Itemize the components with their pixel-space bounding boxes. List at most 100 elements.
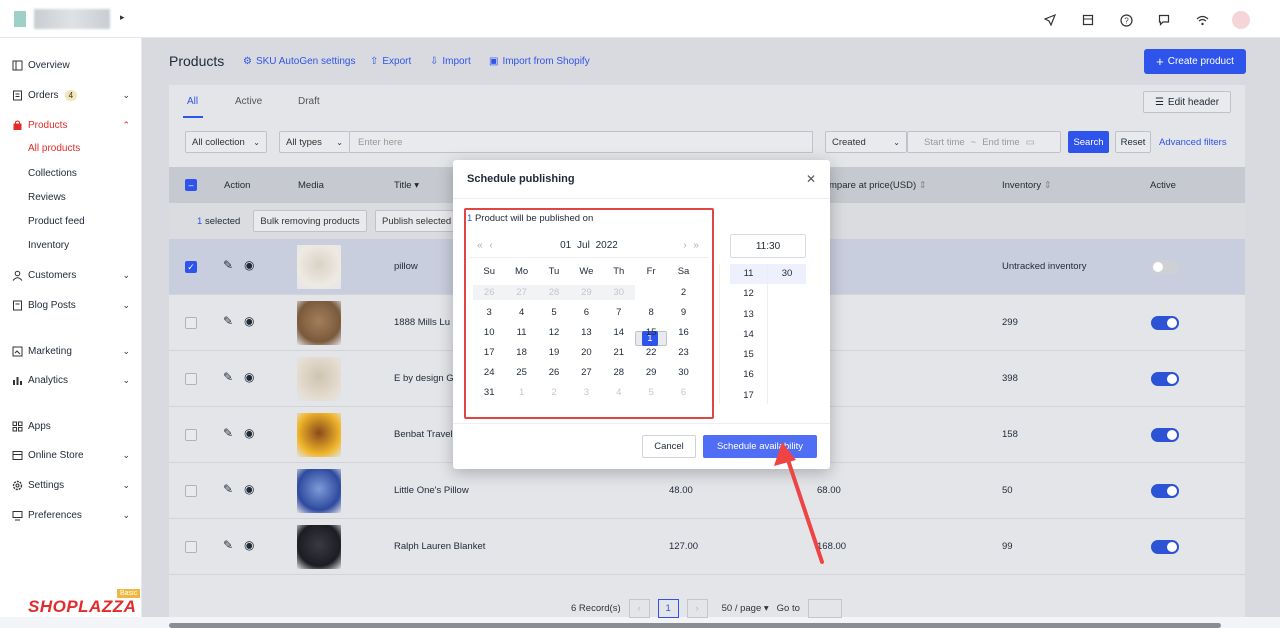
search-button[interactable]: Search — [1068, 131, 1109, 153]
active-toggle[interactable] — [1151, 484, 1179, 498]
sidebar-sub-inventory[interactable]: Inventory — [28, 240, 69, 251]
sidebar-item-apps[interactable]: Apps — [12, 421, 132, 432]
sidebar-sub-all-products[interactable]: All products — [28, 143, 80, 154]
edit-icon[interactable]: ✎ — [223, 538, 233, 552]
preview-eye-icon[interactable]: ◉ — [244, 538, 254, 552]
date-range-input[interactable]: Start time ~ End time ▭ — [907, 131, 1061, 153]
product-title[interactable]: Ralph Lauren Blanket — [394, 541, 485, 552]
collection-select[interactable]: All collection ⌄ — [185, 131, 267, 153]
edit-icon[interactable]: ✎ — [223, 482, 233, 496]
advanced-filters-link[interactable]: Advanced filters — [1159, 137, 1227, 148]
sidebar-item-online-store[interactable]: Online Store ⌄ — [12, 450, 132, 461]
sidebar-item-customers[interactable]: Customers ⌄ — [12, 270, 132, 281]
sort-select[interactable]: Created ⌄ — [825, 131, 907, 153]
store-icon[interactable] — [1080, 12, 1096, 28]
active-toggle[interactable] — [1151, 428, 1179, 442]
chat-icon[interactable] — [1156, 12, 1172, 28]
col-inventory[interactable]: Inventory ⇕ — [1002, 180, 1052, 191]
preview-eye-icon[interactable]: ◉ — [244, 314, 254, 328]
hour-option[interactable]: 11 — [730, 264, 767, 285]
sidebar-item-settings[interactable]: Settings ⌄ — [12, 480, 132, 491]
row-checkbox[interactable] — [185, 429, 197, 441]
cancel-button[interactable]: Cancel — [642, 435, 696, 458]
tab-draft[interactable]: Draft — [298, 96, 320, 107]
active-toggle[interactable] — [1151, 260, 1179, 274]
edit-icon[interactable]: ✎ — [223, 370, 233, 384]
row-checkbox[interactable] — [185, 485, 197, 497]
product-title[interactable]: Benbat Travel — [394, 429, 453, 440]
page-number[interactable]: 1 — [657, 599, 679, 618]
row-checkbox[interactable] — [185, 317, 197, 329]
search-input[interactable]: Enter here — [349, 131, 813, 153]
row-checkbox[interactable] — [185, 541, 197, 553]
types-select[interactable]: All types ⌄ — [279, 131, 349, 153]
edit-icon[interactable]: ✎ — [223, 426, 233, 440]
table-row[interactable]: ✎ ◉ Little One's Pillow 48.00 68.00 50 — [169, 463, 1245, 519]
export-link[interactable]: ⇧ Export — [370, 56, 411, 67]
preview-eye-icon[interactable]: ◉ — [244, 482, 254, 496]
active-toggle[interactable] — [1151, 540, 1179, 554]
tab-active[interactable]: Active — [235, 96, 262, 107]
sidebar-item-marketing[interactable]: Marketing ⌄ — [12, 346, 132, 357]
sidebar-item-products[interactable]: Products ⌃ — [12, 120, 132, 131]
close-icon[interactable]: ✕ — [806, 172, 816, 186]
reset-button[interactable]: Reset — [1115, 131, 1151, 153]
sidebar-sub-reviews[interactable]: Reviews — [28, 192, 66, 203]
send-icon[interactable] — [1042, 12, 1058, 28]
hour-option[interactable]: 16 — [730, 365, 767, 385]
prev-page-button[interactable]: ‹ — [628, 599, 650, 618]
wifi-icon[interactable] — [1194, 12, 1210, 28]
time-display[interactable]: 11:30 — [730, 234, 806, 258]
import-link[interactable]: ⇩ Import — [430, 56, 471, 67]
row-checkbox[interactable] — [185, 373, 197, 385]
product-title[interactable]: E by design G — [394, 373, 454, 384]
minute-column[interactable]: 30 — [768, 264, 806, 404]
preview-eye-icon[interactable]: ◉ — [244, 258, 254, 272]
help-icon[interactable]: ? — [1118, 12, 1134, 28]
col-title[interactable]: Title ▾ — [394, 180, 419, 191]
sidebar-item-blog-posts[interactable]: Blog Posts ⌄ — [12, 300, 132, 311]
hour-option[interactable]: 12 — [730, 284, 767, 304]
import-shopify-link[interactable]: ▣ Import from Shopify — [489, 56, 590, 67]
hour-column[interactable]: 11 12 13 14 15 16 17 — [730, 264, 768, 404]
sidebar-sub-collections[interactable]: Collections — [28, 168, 77, 179]
sidebar-item-analytics[interactable]: Analytics ⌄ — [12, 375, 132, 386]
select-all-checkbox[interactable]: – — [185, 179, 197, 191]
edit-icon[interactable]: ✎ — [223, 314, 233, 328]
edit-icon[interactable]: ✎ — [223, 258, 233, 272]
minute-option[interactable]: 30 — [768, 264, 806, 285]
active-toggle[interactable] — [1151, 316, 1179, 330]
sku-autogen-link[interactable]: ⚙ SKU AutoGen settings — [243, 56, 355, 67]
create-product-button[interactable]: + Create product — [1144, 49, 1246, 74]
table-row[interactable]: ✎ ◉ Ralph Lauren Blanket 127.00 168.00 9… — [169, 519, 1245, 575]
publish-selected-button[interactable]: Publish selected — [375, 210, 457, 232]
preview-eye-icon[interactable]: ◉ — [244, 370, 254, 384]
bulk-remove-button[interactable]: Bulk removing products — [253, 210, 367, 232]
product-title[interactable]: pillow — [394, 261, 418, 272]
preview-eye-icon[interactable]: ◉ — [244, 426, 254, 440]
product-title[interactable]: Little One's Pillow — [394, 485, 469, 496]
store-logo-icon[interactable] — [14, 11, 26, 27]
row-checkbox[interactable]: ✓ — [185, 261, 197, 273]
active-toggle[interactable] — [1151, 372, 1179, 386]
page-size-select[interactable]: 50 / page ▾ — [722, 603, 769, 614]
horizontal-scrollbar[interactable] — [169, 623, 1221, 628]
goto-input[interactable] — [807, 599, 842, 618]
sidebar-item-preferences[interactable]: Preferences ⌄ — [12, 510, 132, 521]
hour-option[interactable]: 17 — [730, 386, 767, 406]
product-title[interactable]: 1888 Mills Lu — [394, 317, 450, 328]
sidebar-item-overview[interactable]: Overview — [12, 60, 132, 71]
edit-header-button[interactable]: ☰ Edit header — [1143, 91, 1231, 113]
hour-option[interactable]: 13 — [730, 305, 767, 325]
sidebar-item-orders[interactable]: Orders 4 ⌄ — [12, 90, 132, 101]
sidebar-sub-product-feed[interactable]: Product feed — [28, 216, 85, 227]
avatar[interactable] — [1232, 11, 1250, 29]
hour-option[interactable]: 15 — [730, 345, 767, 365]
tab-all[interactable]: All — [187, 96, 198, 107]
next-page-button[interactable]: › — [686, 599, 708, 618]
caret-right-icon[interactable]: ▸ — [120, 12, 125, 23]
col-compare-price[interactable]: mpare at price(USD) ⇕ — [829, 180, 927, 191]
store-name-blurred[interactable] — [34, 9, 110, 29]
hour-option[interactable]: 14 — [730, 325, 767, 345]
record-count: 6 Record(s) — [571, 603, 621, 614]
